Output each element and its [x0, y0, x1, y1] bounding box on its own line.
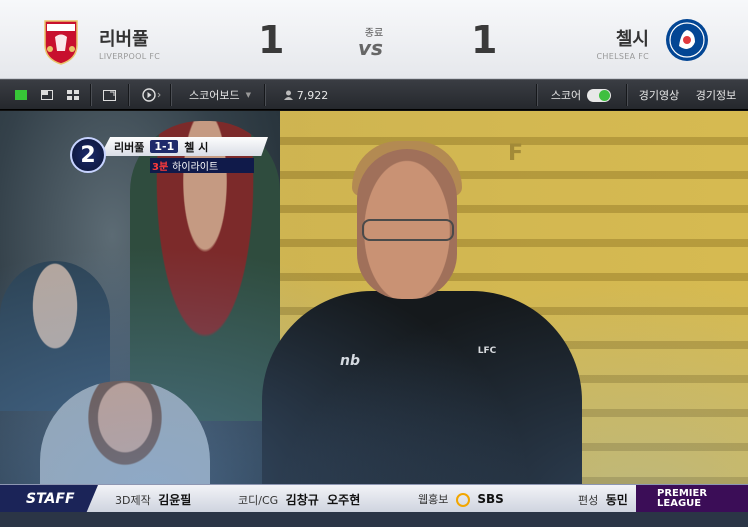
- toolbar-divider: [128, 84, 129, 106]
- viewer-count-value: 7,922: [296, 88, 329, 102]
- ticker-item: 편성 동민: [578, 491, 628, 508]
- ticker-role: 코디/CG: [238, 494, 279, 507]
- player-toolbar: 스코어보드 ▼ 7,922 스코어 경기영상 경기정보: [0, 79, 748, 110]
- toolbar-divider: [170, 84, 171, 106]
- toggle-switch-icon[interactable]: [587, 88, 612, 102]
- broadcast-caption-bar: 3분 하이라이트: [150, 158, 254, 173]
- toolbar-divider: [90, 84, 91, 106]
- broadcast-score-bar: 리버풀 1-1 첼 시: [100, 137, 268, 156]
- home-team-subtitle: LIVERPOOL FC: [99, 52, 161, 61]
- toolbar-divider: [626, 84, 627, 106]
- video-bottom-strip: [0, 512, 748, 527]
- broadcast-channel-number: 2: [70, 137, 106, 173]
- home-team-name: 리버풀: [99, 29, 149, 50]
- grid-view-icon: [67, 90, 79, 100]
- ticker-role: 편성: [578, 494, 599, 507]
- ticker-role: 3D제작: [115, 494, 151, 507]
- single-view-button[interactable]: [10, 80, 32, 110]
- ticker-name: SBS: [477, 492, 504, 506]
- fullscreen-icon: [102, 89, 116, 101]
- play-button[interactable]: [137, 80, 167, 110]
- ticker-item: 코디/CG 김창규 오주현: [238, 491, 360, 508]
- broadcast-home-team: 리버풀: [114, 140, 145, 154]
- ticker-name: 김윤필: [158, 493, 192, 507]
- away-team-subtitle: CHELSEA FC: [596, 52, 649, 61]
- broadcast-minute: 3분: [152, 162, 169, 173]
- pip-view-button[interactable]: [36, 80, 58, 110]
- broadcast-away-team: 첼 시: [184, 140, 209, 154]
- ticker-name: 동민: [605, 493, 628, 507]
- ticker-item: 3D제작 김윤필: [115, 491, 191, 508]
- broadcast-score: 1-1: [150, 140, 179, 153]
- match-info-button[interactable]: 경기정보: [692, 80, 740, 110]
- sbs-logo-icon: [455, 493, 470, 507]
- fullscreen-button[interactable]: [98, 80, 120, 110]
- home-score: 1: [258, 18, 285, 62]
- single-view-icon: [15, 90, 27, 100]
- score-toggle-label: 스코어: [550, 89, 582, 102]
- premier-league-logo-icon: PREMIER LEAGUE: [636, 485, 748, 513]
- user-icon: [283, 90, 293, 100]
- chelsea-crest-icon: [666, 19, 708, 61]
- staff-tag: STAFF: [0, 485, 98, 513]
- broadcast-caption: 하이라이트: [172, 162, 219, 173]
- scoreboard-dropdown[interactable]: 스코어보드 ▼: [180, 80, 260, 110]
- scoreboard-header: 리버풀 LIVERPOOL FC 1 종료 vs 1 첼시 CHELSEA FC: [0, 0, 748, 79]
- premier-league-label: PREMIER LEAGUE: [657, 488, 708, 509]
- grid-view-button[interactable]: [62, 80, 84, 110]
- staff-ticker: STAFF 3D제작 김윤필 코디/CG 김창규 오주현 웹홍보 SBS 편성 …: [0, 484, 748, 513]
- ticker-item: 웹홍보 SBS: [418, 491, 504, 507]
- away-team-name: 첼시: [615, 29, 649, 50]
- pip-view-icon: [41, 90, 53, 100]
- vs-label: vs: [358, 36, 383, 60]
- score-toggle[interactable]: 스코어: [546, 80, 616, 110]
- viewer-count: 7,922: [276, 80, 336, 110]
- scoreboard-label: 스코어보드: [189, 89, 240, 102]
- away-score: 1: [471, 18, 498, 62]
- liverpool-crest-icon: [44, 20, 78, 65]
- ticker-name: 김창규 오주현: [285, 493, 361, 507]
- toolbar-divider: [264, 84, 265, 106]
- ticker-role: 웹홍보: [418, 493, 449, 506]
- play-icon: [142, 88, 161, 102]
- toolbar-divider: [536, 84, 537, 106]
- broadcast-score-graphic: 리버풀 1-1 첼 시 3분 하이라이트 2: [70, 137, 270, 175]
- chevron-down-icon: ▼: [245, 91, 251, 99]
- match-video-button[interactable]: 경기영상: [634, 80, 684, 110]
